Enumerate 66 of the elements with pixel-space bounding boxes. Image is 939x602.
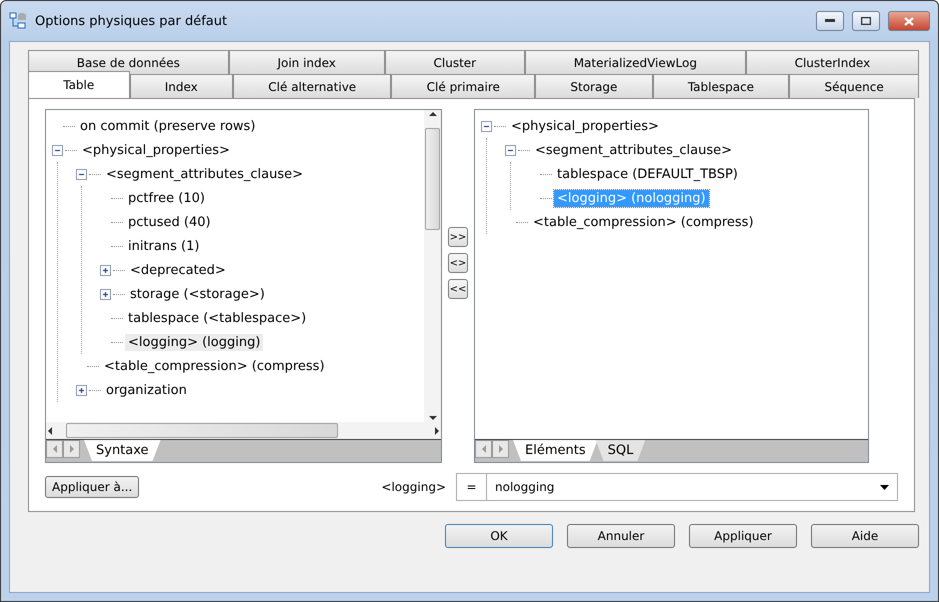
property-label: <logging> xyxy=(381,480,446,494)
horizontal-scrollbar[interactable] xyxy=(46,422,441,439)
tab[interactable]: Index xyxy=(130,74,234,98)
scroll-left-icon[interactable] xyxy=(46,426,54,434)
collapse-icon[interactable] xyxy=(76,168,87,180)
maximize-icon xyxy=(861,17,871,25)
tab[interactable]: Table xyxy=(28,71,130,98)
dialog-button[interactable]: Annuler xyxy=(567,524,675,548)
left-arrow-icon xyxy=(480,445,486,453)
tree-item[interactable]: pctfree (10) xyxy=(125,190,208,206)
dropdown-arrow-icon xyxy=(880,484,889,490)
tab[interactable]: Tablespace xyxy=(652,74,790,98)
tab[interactable]: Base de données xyxy=(28,50,229,74)
tree-item[interactable]: <logging> (logging) xyxy=(125,334,264,350)
collapse-icon[interactable] xyxy=(52,144,63,156)
tab[interactable]: Séquence xyxy=(789,74,919,98)
minimize-button[interactable] xyxy=(816,11,844,31)
tree-item[interactable]: tablespace (<tablespace>) xyxy=(125,310,310,326)
tab[interactable]: Cluster xyxy=(384,50,525,74)
collapse-icon[interactable] xyxy=(505,144,516,156)
tree-item[interactable]: on commit (preserve rows) xyxy=(77,118,258,134)
value-dropdown[interactable]: nologging xyxy=(486,473,898,501)
vertical-scrollbar[interactable] xyxy=(424,110,441,422)
scroll-up-icon[interactable] xyxy=(428,110,436,118)
tree-item[interactable]: pctused (40) xyxy=(125,214,214,230)
maximize-button[interactable] xyxy=(852,11,880,31)
right-arrow-icon xyxy=(498,445,504,453)
move-button[interactable]: << xyxy=(448,279,468,299)
expand-icon[interactable] xyxy=(100,288,111,300)
sheet-tab[interactable]: Eléments xyxy=(513,440,598,461)
minimize-icon xyxy=(825,19,835,23)
tab[interactable]: Join index xyxy=(228,50,385,74)
tree-item[interactable]: <deprecated> xyxy=(127,262,229,278)
scroll-right-icon[interactable] xyxy=(433,426,441,434)
dialog-button[interactable]: OK xyxy=(445,524,553,548)
expand-icon[interactable] xyxy=(100,264,111,276)
right-arrow-icon xyxy=(68,445,74,453)
tab[interactable]: MaterializedViewLog xyxy=(524,50,746,74)
dialog-button[interactable]: Appliquer xyxy=(689,524,797,548)
tree-item[interactable]: storage (<storage>) xyxy=(127,286,268,302)
expand-icon[interactable] xyxy=(76,384,87,396)
tree-item[interactable]: tablespace (DEFAULT_TBSP) xyxy=(554,166,741,182)
tree-item[interactable]: <table_compression> (compress) xyxy=(101,358,328,374)
tree-item[interactable]: <segment_attributes_clause> xyxy=(103,166,306,182)
close-button[interactable] xyxy=(888,11,930,31)
tree-item[interactable]: initrans (1) xyxy=(125,238,202,254)
tree-item[interactable]: <physical_properties> xyxy=(79,142,233,158)
tree-item[interactable]: <table_compression> (compress) xyxy=(530,214,757,230)
dialog-button[interactable]: Aide xyxy=(811,524,919,548)
sheet-tab[interactable]: SQL xyxy=(596,440,646,461)
collapse-icon[interactable] xyxy=(481,120,492,132)
move-button[interactable]: >> xyxy=(448,227,468,247)
tab[interactable]: Storage xyxy=(535,74,653,98)
tab[interactable]: Clé primaire xyxy=(391,74,536,98)
close-icon xyxy=(904,16,914,26)
window-title: Options physiques par défaut xyxy=(35,14,228,28)
left-arrow-icon xyxy=(52,445,58,453)
tree-item[interactable]: organization xyxy=(103,382,190,398)
database-tree-icon xyxy=(9,12,27,30)
tree-item[interactable]: <segment_attributes_clause> xyxy=(532,142,736,158)
tab[interactable]: Clé alternative xyxy=(233,74,392,98)
move-button[interactable]: <> xyxy=(448,253,468,273)
tree-item[interactable]: <physical_properties> xyxy=(508,118,662,134)
apply-to-button[interactable]: Appliquer à... xyxy=(45,476,140,498)
tab[interactable]: ClusterIndex xyxy=(746,50,920,74)
sheet-tab[interactable]: Syntaxe xyxy=(84,440,161,461)
